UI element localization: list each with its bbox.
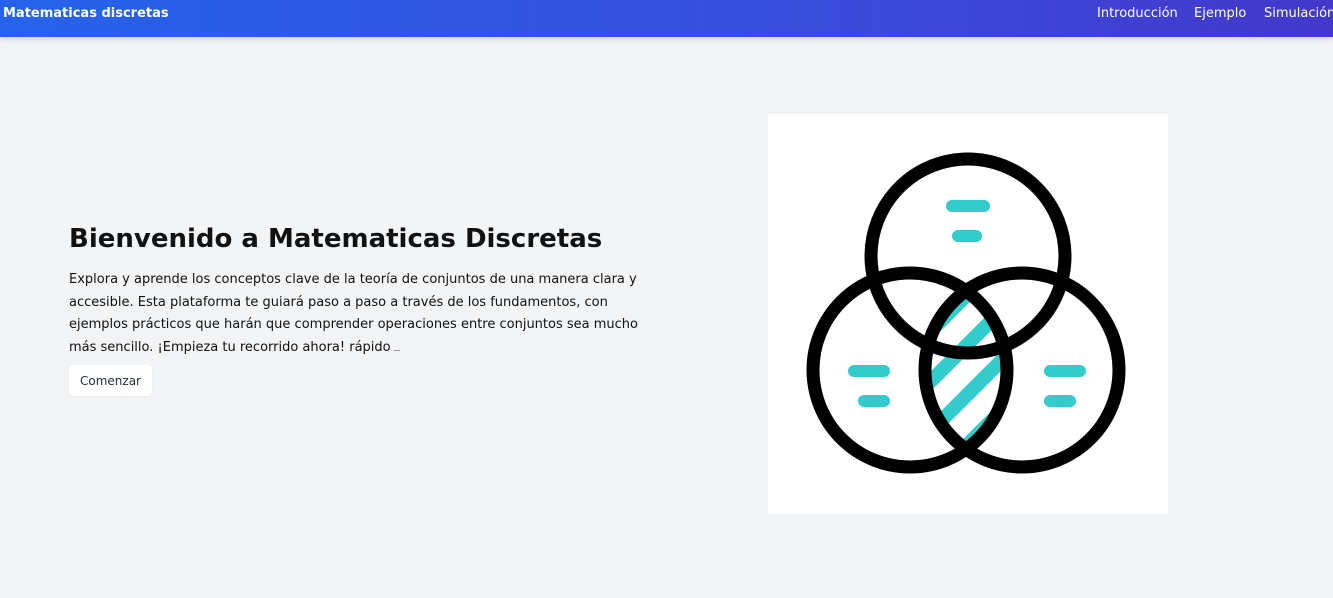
nav-link-simulacion[interactable]: Simulación xyxy=(1264,6,1333,21)
nav-link-introduccion[interactable]: Introducción xyxy=(1097,6,1178,21)
top-navbar: Matematicas discretas Introducción Ejemp… xyxy=(0,0,1333,37)
start-button[interactable]: Comenzar xyxy=(69,365,152,396)
venn-diagram-icon xyxy=(806,152,1126,474)
venn-illustration-panel xyxy=(768,114,1168,514)
hero-title: Bienvenido a Matematicas Discretas xyxy=(69,224,603,254)
hero-description: Explora y aprende los conceptos clave de… xyxy=(69,269,669,359)
top-circle xyxy=(864,152,1072,360)
left-circle xyxy=(806,266,1014,474)
right-circle xyxy=(918,266,1126,474)
hero-description-text: Explora y aprende los conceptos clave de… xyxy=(69,272,638,355)
nav-link-ejemplo[interactable]: Ejemplo xyxy=(1194,6,1246,21)
text-cursor xyxy=(393,349,400,351)
site-brand[interactable]: Matematicas discretas xyxy=(3,6,169,21)
